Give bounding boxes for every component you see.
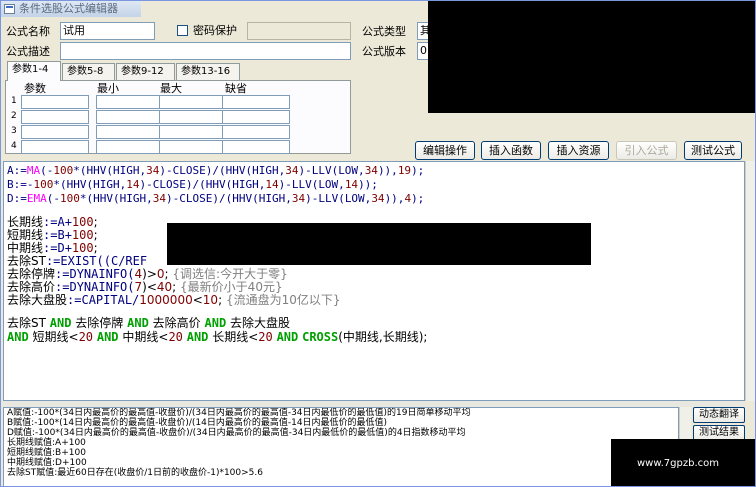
code-line-filter-conditions: 去除ST AND 去除停牌 AND 去除高价 AND 去除大盘股 bbox=[7, 316, 291, 330]
formula-translation-output: A赋值:-100*(34日内最高价的最高值-收盘价)/(34日内最高价的最高值-… bbox=[3, 407, 679, 486]
editor-vertical-scrollbar[interactable] bbox=[745, 161, 755, 401]
param-header-name: 参数 bbox=[24, 82, 46, 95]
code-line-b: B:=-100*(HHV(HIGH,14)-CLOSE)/(HHV(HIGH,1… bbox=[7, 178, 378, 191]
title-bar: 条件选股公式编辑器 bbox=[1, 1, 141, 17]
output-line: B赋值:-100*(14日内最高价的最高值-收盘价)/(14日内最高价的最高值-… bbox=[7, 418, 388, 428]
param-row-number: 3 bbox=[11, 126, 17, 136]
output-line: 中期线赋值:D+100 bbox=[7, 458, 87, 468]
formula-name-label: 公式名称 bbox=[6, 25, 50, 38]
dynamic-translate-button[interactable]: 动态翻译 bbox=[693, 407, 745, 423]
insert-function-button[interactable]: 插入函数 bbox=[481, 141, 541, 160]
code-line-d: D:=EMA(-100*(HHV(HIGH,34)-CLOSE)/(HHV(HI… bbox=[7, 192, 425, 205]
code-line-remove-st: 去除ST:=EXIST((C/REF bbox=[7, 254, 148, 268]
output-line: D赋值:-100*(34日内最高价的最高值-收盘价)/(34日内最高价的最高值-… bbox=[7, 428, 466, 438]
window-title: 条件选股公式编辑器 bbox=[19, 2, 118, 15]
tab-params-13-16[interactable]: 参数13-16 bbox=[176, 63, 240, 80]
param-1-default[interactable] bbox=[222, 95, 290, 109]
param-row-number: 2 bbox=[11, 111, 17, 121]
formula-version-label: 公式版本 bbox=[362, 45, 406, 58]
code-line-short: 短期线:=B+100; bbox=[7, 228, 98, 242]
output-line: 长期线赋值:A+100 bbox=[7, 438, 86, 448]
param-2-name[interactable] bbox=[21, 110, 89, 124]
param-4-max[interactable] bbox=[159, 140, 227, 154]
param-1-name[interactable] bbox=[21, 95, 89, 109]
param-4-name[interactable] bbox=[21, 140, 89, 154]
insert-resource-button[interactable]: 插入资源 bbox=[548, 141, 609, 160]
param-header-default: 缺省 bbox=[225, 82, 247, 95]
tab-params-9-12[interactable]: 参数9-12 bbox=[116, 63, 175, 80]
formula-desc-label: 公式描述 bbox=[6, 45, 50, 58]
param-row-number: 4 bbox=[11, 141, 17, 151]
output-line: 去除ST赋值:最近60日存在(收盘价/1日前的收盘价-1)*100>5.6 bbox=[7, 468, 263, 478]
output-line: 短期线赋值:B+100 bbox=[7, 448, 86, 458]
redaction-block bbox=[167, 223, 591, 265]
param-row-number: 1 bbox=[11, 96, 17, 106]
window-icon bbox=[4, 4, 15, 14]
redaction-block bbox=[428, 1, 755, 113]
formula-editor-window: 条件选股公式编辑器 公式名称 试用 密码保护 公式类型 其 公式描述 公式版本 … bbox=[0, 0, 756, 487]
password-input[interactable] bbox=[247, 22, 351, 40]
param-2-default[interactable] bbox=[222, 110, 290, 124]
password-label: 密码保护 bbox=[193, 24, 237, 37]
formula-name-input[interactable]: 试用 bbox=[60, 22, 155, 40]
formula-code-editor[interactable]: A:=MA(-100*(HHV(HIGH,34)-CLOSE)/(HHV(HIG… bbox=[3, 161, 745, 401]
param-4-default[interactable] bbox=[222, 140, 290, 154]
tab-params-1-4[interactable]: 参数1-4 bbox=[7, 61, 61, 81]
tab-params-5-8[interactable]: 参数5-8 bbox=[62, 63, 115, 80]
code-line-mid: 中期线:=D+100; bbox=[7, 241, 98, 255]
code-line-a: A:=MA(-100*(HHV(HIGH,34)-CLOSE)/(HHV(HIG… bbox=[7, 164, 425, 177]
code-line-remove-high: 去除高价:=DYNAINFO(7)<40; {最新价小于40元} bbox=[7, 280, 283, 294]
param-3-max[interactable] bbox=[159, 125, 227, 139]
param-1-max[interactable] bbox=[159, 95, 227, 109]
password-checkbox[interactable] bbox=[177, 25, 188, 36]
param-2-min[interactable] bbox=[96, 110, 164, 124]
test-formula-button[interactable]: 测试公式 bbox=[684, 141, 742, 160]
param-3-name[interactable] bbox=[21, 125, 89, 139]
param-header-min: 最小 bbox=[97, 82, 119, 95]
code-line-remove-halt: 去除停牌:=DYNAINFO(4)>0; {调选信:今开大于零} bbox=[7, 267, 288, 281]
edit-operations-button[interactable]: 编辑操作 bbox=[415, 141, 475, 160]
code-line-remove-bigcap: 去除大盘股:=CAPITAL/1000000<10; {流通盘为10亿以下} bbox=[7, 293, 341, 307]
watermark-text: www.7gpzb.com bbox=[637, 458, 719, 469]
code-line-long: 长期线:=A+100; bbox=[7, 215, 98, 229]
import-formula-button[interactable]: 引入公式 bbox=[616, 141, 677, 160]
code-line-cross-condition: AND 短期线<20 AND 中期线<20 AND 长期线<20 AND CRO… bbox=[7, 330, 428, 344]
params-panel: 参数 最小 最大 缺省 1 2 3 4 bbox=[5, 80, 351, 154]
param-header-max: 最大 bbox=[160, 82, 182, 95]
param-2-max[interactable] bbox=[159, 110, 227, 124]
param-4-min[interactable] bbox=[96, 140, 164, 154]
param-3-default[interactable] bbox=[222, 125, 290, 139]
param-3-min[interactable] bbox=[96, 125, 164, 139]
formula-desc-input[interactable] bbox=[60, 42, 351, 60]
formula-type-label: 公式类型 bbox=[362, 25, 406, 38]
param-1-min[interactable] bbox=[96, 95, 164, 109]
output-line: A赋值:-100*(34日内最高价的最高值-收盘价)/(34日内最高价的最高值-… bbox=[7, 408, 471, 418]
